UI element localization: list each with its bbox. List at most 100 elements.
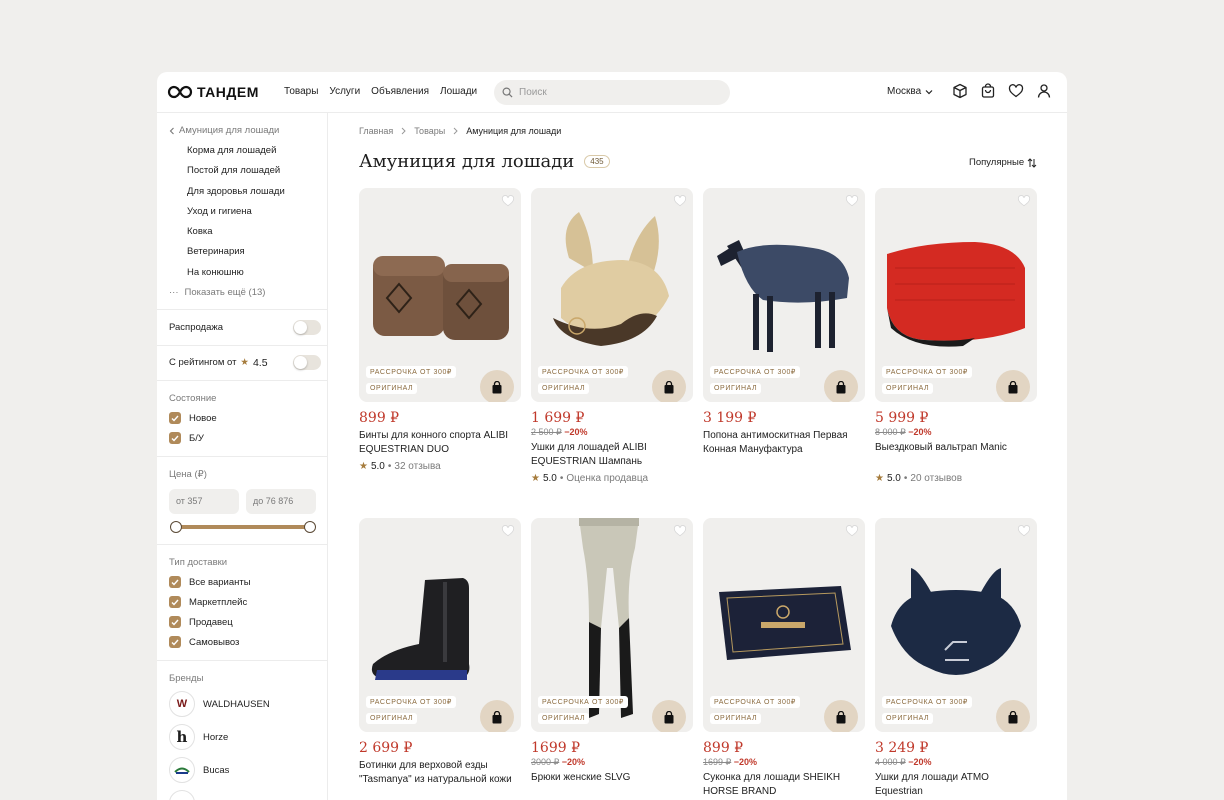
delivery-option[interactable]: Самовывоз	[169, 636, 239, 648]
delivery-option[interactable]: Продавец	[169, 616, 233, 628]
rating-score: 5.0	[886, 473, 901, 484]
product-title[interactable]: Попона антимоскитная Первая Конная Мануф…	[703, 429, 861, 456]
product-title[interactable]: Суконка для лошади SHEIKH HORSE BRAND	[703, 771, 861, 798]
brands-title: Бренды	[169, 673, 204, 684]
sort-selector[interactable]: Популярные	[969, 157, 1037, 168]
city-selector[interactable]: Москва	[887, 86, 933, 97]
product-title[interactable]: Ушки для лошадей ALIBI EQUESTRIAN Шампан…	[531, 441, 689, 468]
condition-option[interactable]: Новое	[169, 412, 217, 424]
checkbox-checked-icon[interactable]	[169, 616, 181, 628]
heart-icon[interactable]	[1008, 83, 1024, 99]
add-to-cart-button[interactable]	[480, 700, 514, 732]
condition-option[interactable]: Б/У	[169, 432, 204, 444]
nav-item-horses[interactable]: Лошади	[440, 86, 477, 97]
product-image[interactable]: Рассрочка от 300₽ Оригинал	[531, 188, 693, 402]
add-to-cart-button[interactable]	[480, 370, 514, 402]
checkbox-checked-icon[interactable]	[169, 596, 181, 608]
delivery-option[interactable]: Маркетплейс	[169, 596, 247, 608]
brand-option[interactable]	[169, 790, 195, 800]
add-to-cart-button[interactable]	[652, 370, 686, 402]
product-title[interactable]: Ушки для лошади ATMO Equestrian	[875, 771, 1033, 798]
product-card[interactable]: Рассрочка от 300₽ Оригинал 1699 ₽ 3000 ₽…	[531, 518, 693, 798]
installment-tag: Рассрочка от 300₽	[710, 696, 800, 708]
price-slider-min-handle[interactable]	[170, 521, 182, 533]
category-item[interactable]: Постой для лошадей	[187, 165, 285, 185]
shopping-bag-icon	[664, 380, 674, 393]
shopping-bag-icon	[1008, 710, 1018, 723]
nav-item-goods[interactable]: Товары	[284, 86, 318, 97]
checkbox-checked-icon[interactable]	[169, 636, 181, 648]
product-image[interactable]: Рассрочка от 300₽ Оригинал	[703, 188, 865, 402]
checkbox-checked-icon[interactable]	[169, 576, 181, 588]
product-card[interactable]: Рассрочка от 300₽ Оригинал 1 699 ₽ 2 500…	[531, 188, 693, 484]
delivery-label: Маркетплейс	[189, 596, 248, 608]
box-icon[interactable]	[952, 83, 968, 99]
product-title[interactable]: Бинты для конного спорта ALIBI EQUESTRIA…	[359, 429, 517, 456]
product-image[interactable]: Рассрочка от 300₽ Оригинал	[359, 188, 521, 402]
favorite-heart-icon[interactable]	[1017, 524, 1031, 542]
search-input[interactable]	[519, 87, 709, 98]
search-bar[interactable]	[494, 80, 730, 105]
add-to-cart-button[interactable]	[824, 370, 858, 402]
old-price-row: 2 500 ₽ −20%	[531, 427, 693, 438]
favorite-heart-icon[interactable]	[501, 524, 515, 542]
price-slider-track[interactable]	[176, 525, 310, 529]
product-image[interactable]: Рассрочка от 300₽ Оригинал	[359, 518, 521, 732]
price-to-input[interactable]: до 76 876	[246, 489, 316, 514]
breadcrumb-goods[interactable]: Товары	[414, 126, 445, 136]
add-to-cart-button[interactable]	[996, 700, 1030, 732]
category-item[interactable]: Корма для лошадей	[187, 145, 285, 165]
favorite-heart-icon[interactable]	[1017, 194, 1031, 212]
category-item[interactable]: Для здоровья лошади	[187, 186, 285, 206]
favorite-heart-icon[interactable]	[673, 524, 687, 542]
favorite-heart-icon[interactable]	[845, 194, 859, 212]
product-image[interactable]: Рассрочка от 300₽ Оригинал	[875, 518, 1037, 732]
discount-badge: −20%	[733, 757, 758, 767]
add-to-cart-button[interactable]	[996, 370, 1030, 402]
product-card[interactable]: Рассрочка от 300₽ Оригинал 899 ₽ Бинты д…	[359, 188, 521, 472]
installment-tag: Рассрочка от 300₽	[710, 366, 800, 378]
favorite-heart-icon[interactable]	[673, 194, 687, 212]
product-image[interactable]: Рассрочка от 300₽ Оригинал	[703, 518, 865, 732]
sale-toggle[interactable]	[293, 320, 321, 335]
category-back-link[interactable]: Амуниция для лошади	[169, 125, 279, 136]
price-from-input[interactable]: от 357	[169, 489, 239, 514]
add-to-cart-button[interactable]	[824, 700, 858, 732]
category-item[interactable]: Уход и гигиена	[187, 206, 285, 226]
user-icon[interactable]	[1036, 83, 1052, 99]
nav-item-ads[interactable]: Объявления	[371, 86, 429, 97]
brand-option[interactable]: h Horze	[169, 724, 228, 750]
product-image[interactable]: Рассрочка от 300₽ Оригинал	[875, 188, 1037, 402]
page-title-text: Амуниция для лошади	[359, 151, 575, 172]
price-slider-max-handle[interactable]	[304, 521, 316, 533]
category-item[interactable]: Ковка	[187, 226, 285, 246]
product-title[interactable]: Брюки женские SLVG	[531, 771, 689, 798]
product-card[interactable]: Рассрочка от 300₽ Оригинал 2 699 ₽ Ботин…	[359, 518, 521, 786]
brand-option[interactable]: W WALDHAUSEN	[169, 691, 270, 717]
product-card[interactable]: Рассрочка от 300₽ Оригинал 5 999 ₽ 8 000…	[875, 188, 1037, 484]
product-card[interactable]: Рассрочка от 300₽ Оригинал 3 249 ₽ 4 000…	[875, 518, 1037, 798]
nav-item-services[interactable]: Услуги	[329, 86, 360, 97]
checkbox-checked-icon[interactable]	[169, 412, 181, 424]
product-title[interactable]: Ботинки для верховой езды "Tasmanya" из …	[359, 759, 517, 786]
brand-option[interactable]: Bucas	[169, 757, 229, 783]
product-title[interactable]: Выездковый вальтрап Manic	[875, 441, 1033, 468]
category-item[interactable]: Ветеринария	[187, 246, 285, 266]
product-card[interactable]: Рассрочка от 300₽ Оригинал 899 ₽ 1699 ₽ …	[703, 518, 865, 798]
checkbox-checked-icon[interactable]	[169, 432, 181, 444]
add-to-cart-button[interactable]	[652, 700, 686, 732]
product-card[interactable]: Рассрочка от 300₽ Оригинал 3 199 ₽ Попон…	[703, 188, 865, 456]
category-item[interactable]: На конюшню	[187, 267, 285, 287]
delivery-option[interactable]: Все варианты	[169, 576, 251, 588]
breadcrumb-home[interactable]: Главная	[359, 126, 393, 136]
cart-icon[interactable]	[980, 83, 996, 99]
favorite-heart-icon[interactable]	[501, 194, 515, 212]
product-image[interactable]: Рассрочка от 300₽ Оригинал	[531, 518, 693, 732]
logo[interactable]: ТАНДЕМ	[167, 83, 259, 101]
page-title: Амуниция для лошади 435	[359, 151, 610, 172]
rating-toggle[interactable]	[293, 355, 321, 370]
favorite-heart-icon[interactable]	[845, 524, 859, 542]
show-more-link[interactable]: ··· Показать ещё (13)	[169, 287, 265, 298]
shopping-bag-icon	[1008, 380, 1018, 393]
product-price: 2 699 ₽	[359, 740, 413, 756]
